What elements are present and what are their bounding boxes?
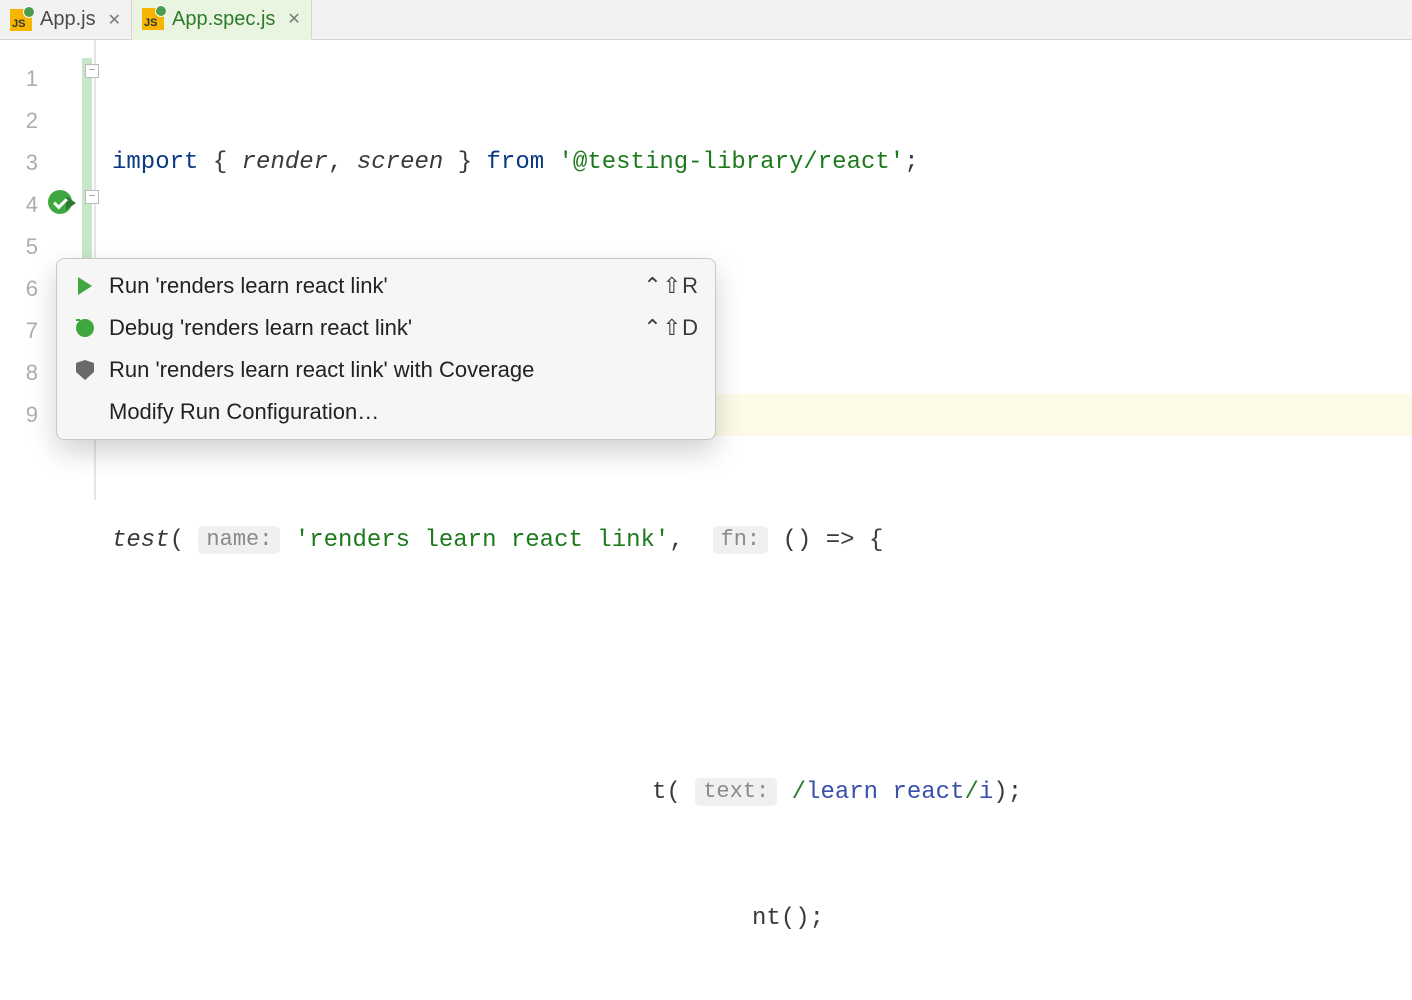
line-number[interactable]: 1 <box>0 58 38 100</box>
menu-item-debug[interactable]: Debug 'renders learn react link' ⌃⇧D <box>57 307 715 349</box>
menu-item-label: Run 'renders learn react link' with Cove… <box>109 357 687 383</box>
menu-item-run[interactable]: Run 'renders learn react link' ⌃⇧R <box>57 265 715 307</box>
close-icon[interactable]: ✕ <box>287 9 300 29</box>
tab-label: App.js <box>40 8 96 31</box>
menu-item-modify-run-config[interactable]: Modify Run Configuration… <box>57 391 715 433</box>
run-context-menu: Run 'renders learn react link' ⌃⇧R Debug… <box>56 258 716 440</box>
code-line[interactable]: nt(); <box>112 898 1022 940</box>
editor: 1 2 3 4 5 6 7 8 9 import { render, scree… <box>0 40 1412 500</box>
menu-item-label: Debug 'renders learn react link' <box>109 315 631 341</box>
tab-label: App.spec.js <box>172 8 275 31</box>
js-test-file-icon <box>142 8 164 30</box>
menu-item-run-coverage[interactable]: Run 'renders learn react link' with Cove… <box>57 349 715 391</box>
line-number[interactable]: 4 <box>0 184 38 226</box>
menu-item-label: Run 'renders learn react link' <box>109 273 631 299</box>
js-file-icon <box>10 9 32 31</box>
line-number[interactable]: 6 <box>0 268 38 310</box>
line-number[interactable]: 8 <box>0 352 38 394</box>
run-test-gutter-icon[interactable] <box>48 190 72 222</box>
line-number[interactable]: 5 <box>0 226 38 268</box>
inline-hint: text: <box>695 778 777 806</box>
bug-icon <box>73 319 97 337</box>
code-line[interactable] <box>112 646 1022 688</box>
inline-hint: name: <box>198 526 280 554</box>
code-line[interactable]: import { render, screen } from '@testing… <box>112 142 1022 184</box>
tab-app-spec-js[interactable]: App.spec.js ✕ <box>132 0 312 40</box>
line-number[interactable]: 9 <box>0 394 38 436</box>
tab-app-js[interactable]: App.js ✕ <box>0 0 132 39</box>
inline-hint: fn: <box>713 526 769 554</box>
line-number[interactable]: 7 <box>0 310 38 352</box>
tab-bar: App.js ✕ App.spec.js ✕ <box>0 0 1412 40</box>
line-number[interactable]: 2 <box>0 100 38 142</box>
close-icon[interactable]: ✕ <box>108 10 121 30</box>
code-line[interactable]: t( text: /learn react/i); <box>112 772 1022 814</box>
shield-icon <box>73 360 97 380</box>
line-number[interactable]: 3 <box>0 142 38 184</box>
menu-item-shortcut: ⌃⇧D <box>643 315 699 341</box>
menu-item-label: Modify Run Configuration… <box>109 399 687 425</box>
play-icon <box>73 277 97 295</box>
menu-item-shortcut: ⌃⇧R <box>643 273 699 299</box>
code-line[interactable]: test( name: 'renders learn react link', … <box>112 520 1022 562</box>
line-number-gutter: 1 2 3 4 5 6 7 8 9 <box>0 40 48 500</box>
